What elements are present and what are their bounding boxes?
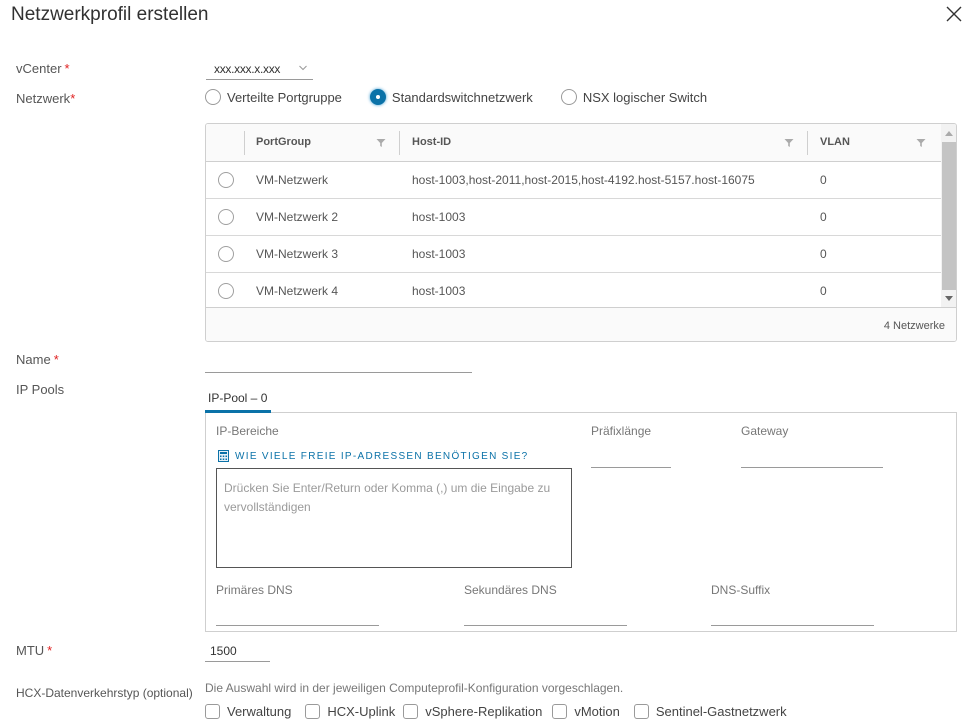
cell-host-id: host-1003,host-2011,host-2015,host-4192.… [412,173,755,187]
radio-distributed-portgroup[interactable]: Verteilte Portgruppe [205,89,342,105]
cell-host-id: host-1003 [412,284,466,298]
scroll-down-arrow-icon[interactable] [945,296,953,301]
gateway-label: Gateway [741,424,789,438]
close-icon [946,6,962,22]
dns-suffix-label: DNS-Suffix [711,583,771,597]
primary-dns-label: Primäres DNS [216,583,293,597]
filter-icon[interactable] [916,138,926,148]
cell-portgroup: VM-Netzwerk 4 [256,284,339,298]
checkbox-box [403,704,419,719]
close-button[interactable] [945,5,963,23]
radio-circle [560,89,577,105]
table-row[interactable]: VM-Netzwerk 3 host-1003 0 [206,236,941,273]
gateway-input[interactable] [741,448,883,468]
cell-vlan: 0 [820,247,827,261]
filter-icon[interactable] [376,138,386,148]
required-mark: * [70,91,76,106]
column-header-portgroup[interactable]: PortGroup [256,136,311,148]
portgroup-grid: PortGroup Host-ID VLAN VM-Netzwerk host-… [205,123,957,342]
required-mark: * [53,352,59,367]
vcenter-label: vCenter * [16,61,70,76]
prefix-length-input[interactable] [591,448,671,468]
radio-circle-selected [369,89,386,105]
grid-header: PortGroup Host-ID VLAN [206,124,941,162]
network-count: 4 Netzwerke [883,320,945,332]
traffic-type-hint: Die Auswahl wird in der jeweiligen Compu… [205,681,624,695]
ip-ranges-label: IP-Bereiche [216,424,279,438]
grid-scrollbar[interactable] [941,124,956,307]
cell-portgroup: VM-Netzwerk [256,173,329,187]
ip-calculator-link-text: WIE VIELE FREIE IP-ADRESSEN BENÖTIGEN SI… [235,450,529,462]
cell-vlan: 0 [820,173,827,187]
radio-standard-switch-network[interactable]: Standardswitchnetzwerk [369,89,533,105]
row-select-radio[interactable] [218,209,234,225]
row-select-radio[interactable] [218,283,234,299]
tab-ip-pool-0[interactable]: IP-Pool – 0 [208,391,267,405]
network-label: Netzwerk* [16,91,76,106]
table-row[interactable]: VM-Netzwerk host-1003,host-2011,host-201… [206,162,941,199]
mtu-input[interactable] [205,641,270,662]
row-select-radio[interactable] [218,172,234,188]
checkbox-box [305,704,321,719]
column-header-vlan[interactable]: VLAN [820,136,850,148]
mtu-label: MTU * [16,643,53,658]
primary-dns-input[interactable] [216,606,379,626]
calculator-icon [218,450,229,462]
grid-footer: 4 Netzwerke [206,307,956,341]
name-input[interactable] [205,352,472,373]
checkbox-sentinel-guest-network[interactable]: Sentinel-Gastnetzwerk [633,704,787,719]
table-row[interactable]: VM-Netzwerk 2 host-1003 0 [206,199,941,236]
secondary-dns-input[interactable] [464,606,627,626]
ip-pool-panel: IP-Bereiche WIE VIELE FREIE IP-ADRESSEN … [205,412,957,632]
cell-vlan: 0 [820,210,827,224]
prefix-length-label: Präfixlänge [591,424,652,438]
radio-circle [205,89,221,105]
column-separator [807,131,808,155]
column-separator [399,131,400,155]
radio-nsx-logical-switch[interactable]: NSX logischer Switch [560,89,707,105]
column-header-host-id[interactable]: Host-ID [412,136,451,148]
filter-icon[interactable] [784,138,794,148]
required-mark: * [64,61,70,76]
secondary-dns-label: Sekundäres DNS [464,583,557,597]
required-mark: * [47,643,53,658]
table-row[interactable]: VM-Netzwerk 4 host-1003 0 [206,273,941,310]
traffic-type-checkbox-group: Verwaltung HCX-Uplink vSphere-Replikatio… [205,704,801,719]
traffic-type-label: HCX-Datenverkehrstyp (optional) [16,686,193,700]
dialog-title: Netzwerkprofil erstellen [11,4,209,25]
active-tab-indicator [205,410,271,413]
cell-host-id: host-1003 [412,247,466,261]
cell-host-id: host-1003 [412,210,466,224]
checkbox-box [205,704,220,719]
chevron-down-icon [299,65,307,71]
scroll-up-arrow-icon[interactable] [945,131,953,136]
network-type-radio-group: Verteilte Portgruppe Standardswitchnetzw… [205,89,735,105]
ip-calculator-link[interactable]: WIE VIELE FREIE IP-ADRESSEN BENÖTIGEN SI… [218,450,529,462]
cell-portgroup: VM-Netzwerk 2 [256,210,339,224]
row-select-radio[interactable] [218,246,234,262]
checkbox-vsphere-replication[interactable]: vSphere-Replikation [403,704,542,719]
cell-vlan: 0 [820,284,827,298]
name-label: Name * [16,352,59,367]
ip-ranges-input[interactable] [216,468,572,568]
cell-portgroup: VM-Netzwerk 3 [256,247,339,261]
ip-pools-label: IP Pools [16,382,65,397]
column-separator [244,131,245,155]
vcenter-select[interactable]: xxx.xxx.x.xxx [206,60,313,80]
dns-suffix-input[interactable] [711,606,874,626]
scrollbar-thumb[interactable] [942,142,956,290]
checkbox-box [552,704,568,719]
checkbox-verwaltung[interactable]: Verwaltung [205,704,291,719]
vcenter-value: xxx.xxx.x.xxx [214,62,281,76]
checkbox-box [633,704,649,719]
checkbox-vmotion[interactable]: vMotion [552,704,620,719]
checkbox-hcx-uplink[interactable]: HCX-Uplink [305,704,395,719]
